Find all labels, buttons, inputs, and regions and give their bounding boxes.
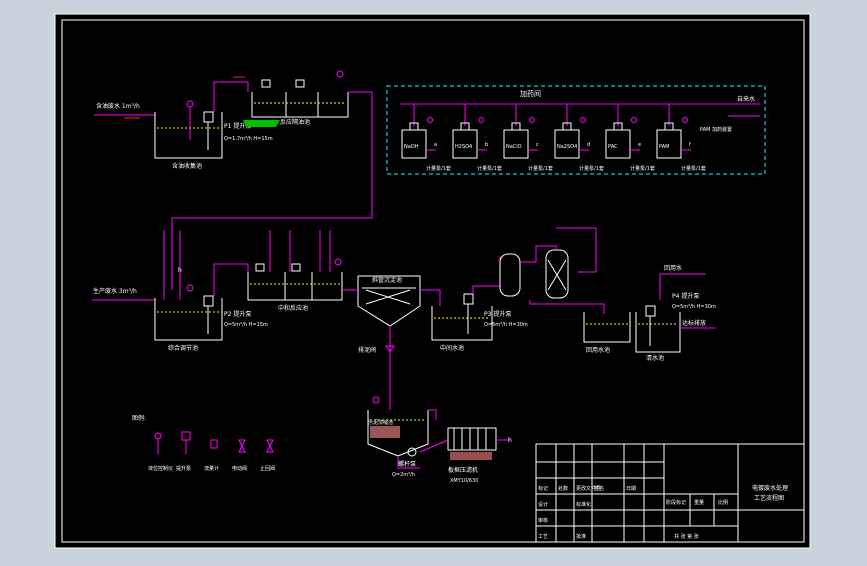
clean-tank-label: 清水池: [646, 354, 664, 362]
sludge-layer: [370, 426, 400, 438]
legend-label: 电动阀: [232, 465, 247, 472]
title-block-cell: 设计: [538, 501, 548, 508]
pump-4-label: P4 提升泵: [672, 292, 699, 300]
pump-1-spec: Q=1.7m³/h H=15m: [224, 136, 273, 142]
dosing-tag: a: [434, 142, 437, 148]
dosing-tank-name: NaClO: [506, 144, 522, 150]
metering-pump-label: 计量泵/1套: [528, 165, 553, 172]
pump-2-spec: Q=5m³/h H=15m: [224, 322, 268, 328]
pump-3-label: P3 提升泵: [484, 310, 511, 318]
dosing-tank-name: Na2SO4: [557, 144, 577, 150]
metering-pump-label: 计量泵/1套: [477, 165, 502, 172]
title-block-cell: 审核: [538, 517, 548, 524]
legend-title: 图例:: [132, 414, 146, 422]
discharge-label: 达标排放: [682, 319, 706, 327]
dosing-tag: e: [638, 142, 641, 148]
raw-water-in-1-label: 含油废水 1m³/h: [96, 102, 140, 110]
pump-3-spec: Q=5m³/h H=30m: [484, 322, 528, 328]
h-mark-2: h: [508, 437, 512, 444]
pump-4-spec: Q=5m³/h H=30m: [672, 304, 716, 310]
scale-label: 比例: [718, 499, 728, 506]
metering-pump-label: 计量泵/1套: [579, 165, 604, 172]
dosing-header-label: 加药间: [520, 89, 541, 98]
reactor-1-label: 反应隔油池: [280, 118, 310, 126]
metering-pump-label: 计量泵/1套: [426, 165, 451, 172]
reactor-2-label: 中和反应池: [278, 304, 308, 312]
legend-label: 提升泵: [176, 465, 191, 472]
h-mark-1: h: [178, 267, 182, 274]
sludge-pump-spec: Q=2m³/h: [392, 472, 415, 478]
legend-label: 流量计: [204, 465, 219, 472]
dosing-note: PAM 加药装置: [700, 126, 732, 133]
water-in-2-label: 生产废水 3m³/h: [93, 287, 137, 295]
title-block-cell: 处数: [558, 485, 568, 492]
title-block-cell: 标准化: [576, 501, 591, 508]
settler-label: 斜管沉淀池: [372, 276, 402, 284]
cad-drawing-window: 加药间 自来水 PAM 加药装置 NaOH a 计量泵/1套 H2SO4 b 计量泵/1套…: [0, 0, 867, 562]
sludge-tank-label: 污泥浓缩池: [368, 419, 393, 426]
weight-label: 重量: [694, 499, 704, 506]
title-block-cell: 标记: [538, 485, 548, 492]
dosing-tag: f: [689, 142, 691, 148]
tank-1-label: 含油收集池: [172, 162, 202, 170]
legend-label: 止回阀: [260, 465, 275, 472]
dosing-tag: b: [485, 142, 488, 148]
pump-2-label: P2 提升泵: [224, 310, 251, 318]
filter-press-spec: XMY10/630: [450, 478, 478, 484]
green-mark: [243, 120, 280, 127]
metering-pump-label: 计量泵/1套: [630, 165, 655, 172]
sludge-valve-label: 排泥阀: [358, 346, 376, 354]
reuse-tank-label: 回用水池: [586, 346, 610, 354]
tank-2-label: 综合调节池: [168, 344, 198, 352]
title-block-cell: 工艺: [538, 534, 548, 540]
metering-pump-label: 计量泵/1套: [681, 165, 706, 172]
filter-press-label: 板框压滤机: [448, 466, 478, 474]
drawing-title-2: 工艺流程图: [754, 494, 784, 502]
dosing-tank-name: PAC: [608, 144, 618, 150]
legend-label: 液位控制仪: [148, 465, 173, 472]
dosing-tank-name: PAM: [659, 144, 669, 150]
title-block-cell: 日期: [626, 486, 636, 492]
tap-water-label: 自来水: [737, 95, 755, 103]
dosing-tank-name: NaOH: [404, 144, 419, 150]
dosing-tag: c: [536, 142, 539, 148]
dosing-tank-name: H2SO4: [455, 144, 472, 150]
drawing-title-1: 电镀废水处理: [752, 484, 788, 492]
mid-tank-label: 中间水池: [440, 344, 464, 352]
dosing-tag: d: [587, 142, 590, 148]
stage-label: 阶段标记: [666, 499, 686, 506]
reuse-water-label: 回用水: [664, 264, 682, 272]
title-block-cell: 批准: [576, 533, 586, 540]
process-flow-diagram: 加药间 自来水 PAM 加药装置 NaOH a 计量泵/1套 H2SO4 b 计量泵/1套…: [0, 0, 867, 562]
sludge-pump-label: 螺杆泵: [398, 460, 416, 468]
title-block-cell: 签名: [594, 485, 604, 492]
sheet-label: 共 张 第 张: [674, 533, 699, 540]
